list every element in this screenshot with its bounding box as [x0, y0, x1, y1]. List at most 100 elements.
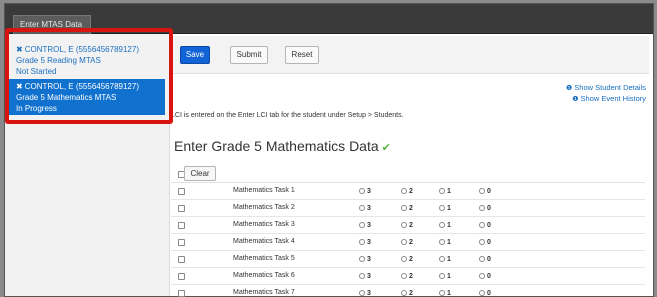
checkmark-icon: ✔	[381, 142, 391, 154]
submit-button[interactable]: Submit	[230, 46, 268, 64]
score-option[interactable]: 2	[401, 290, 413, 297]
radio-icon[interactable]	[359, 239, 365, 245]
score-option[interactable]: 3	[359, 273, 371, 280]
score-option[interactable]: 1	[439, 222, 451, 229]
task-label: Mathematics Task 2	[233, 204, 295, 211]
table-row: Mathematics Task 2 3 2 1 0	[171, 200, 645, 217]
grid-header: Clear	[171, 163, 645, 183]
radio-icon[interactable]	[479, 239, 485, 245]
score-option[interactable]: 3	[359, 188, 371, 195]
score-option[interactable]: 2	[401, 222, 413, 229]
show-student-details-link[interactable]: ❶ Show Student Details	[566, 83, 646, 94]
score-value: 1	[447, 222, 451, 229]
score-option[interactable]: 0	[479, 188, 491, 195]
radio-icon[interactable]	[439, 222, 445, 228]
score-value: 2	[409, 239, 413, 246]
score-grid: Clear Mathematics Task 1 3 2 1 0 Mathematics …	[171, 163, 645, 297]
score-option[interactable]: 2	[401, 239, 413, 246]
task-checkbox[interactable]	[178, 205, 185, 212]
task-checkbox[interactable]	[178, 222, 185, 229]
score-option[interactable]: 0	[479, 290, 491, 297]
radio-icon[interactable]	[479, 205, 485, 211]
radio-icon[interactable]	[439, 239, 445, 245]
clear-button[interactable]: Clear	[184, 166, 216, 181]
score-option[interactable]: 0	[479, 273, 491, 280]
show-student-details-label: Show Student Details	[574, 83, 646, 92]
table-row: Mathematics Task 5 3 2 1 0	[171, 251, 645, 268]
radio-icon[interactable]	[479, 222, 485, 228]
score-value: 1	[447, 239, 451, 246]
radio-icon[interactable]	[359, 188, 365, 194]
radio-icon[interactable]	[359, 222, 365, 228]
show-event-history-link[interactable]: ❶ Show Event History	[566, 94, 646, 105]
radio-icon[interactable]	[479, 188, 485, 194]
score-value: 2	[409, 256, 413, 263]
task-checkbox[interactable]	[178, 273, 185, 280]
score-option[interactable]: 3	[359, 222, 371, 229]
task-checkbox[interactable]	[178, 239, 185, 246]
radio-icon[interactable]	[479, 290, 485, 296]
score-option[interactable]: 3	[359, 290, 371, 297]
radio-icon[interactable]	[479, 273, 485, 279]
score-value: 1	[447, 290, 451, 297]
save-button[interactable]: Save	[180, 46, 210, 64]
radio-icon[interactable]	[401, 290, 407, 296]
info-icon: ❶	[572, 96, 579, 103]
score-value: 2	[409, 273, 413, 280]
score-option[interactable]: 2	[401, 205, 413, 212]
score-value: 3	[367, 256, 371, 263]
task-checkbox[interactable]	[178, 188, 185, 195]
score-value: 0	[487, 290, 491, 297]
radio-icon[interactable]	[359, 290, 365, 296]
toolbar: Save Submit Reset	[171, 36, 649, 74]
score-value: 0	[487, 256, 491, 263]
score-value: 3	[367, 273, 371, 280]
reset-button[interactable]: Reset	[285, 46, 319, 64]
score-option[interactable]: 1	[439, 290, 451, 297]
radio-icon[interactable]	[401, 188, 407, 194]
score-option[interactable]: 1	[439, 188, 451, 195]
radio-icon[interactable]	[479, 256, 485, 262]
score-option[interactable]: 1	[439, 205, 451, 212]
score-option[interactable]: 2	[401, 256, 413, 263]
score-value: 0	[487, 273, 491, 280]
task-label: Mathematics Task 3	[233, 221, 295, 228]
score-option[interactable]: 0	[479, 205, 491, 212]
score-value: 1	[447, 205, 451, 212]
radio-icon[interactable]	[439, 256, 445, 262]
score-option[interactable]: 2	[401, 188, 413, 195]
score-option[interactable]: 3	[359, 239, 371, 246]
radio-icon[interactable]	[401, 273, 407, 279]
radio-icon[interactable]	[359, 205, 365, 211]
table-row: Mathematics Task 6 3 2 1 0	[171, 268, 645, 285]
show-event-history-label: Show Event History	[580, 94, 646, 103]
score-option[interactable]: 3	[359, 205, 371, 212]
radio-icon[interactable]	[439, 290, 445, 296]
score-value: 1	[447, 188, 451, 195]
radio-icon[interactable]	[439, 205, 445, 211]
radio-icon[interactable]	[401, 205, 407, 211]
radio-icon[interactable]	[401, 256, 407, 262]
score-value: 1	[447, 273, 451, 280]
score-option[interactable]: 1	[439, 239, 451, 246]
score-option[interactable]: 2	[401, 273, 413, 280]
score-option[interactable]: 3	[359, 256, 371, 263]
score-value: 0	[487, 205, 491, 212]
score-option[interactable]: 0	[479, 222, 491, 229]
radio-icon[interactable]	[439, 188, 445, 194]
score-option[interactable]: 1	[439, 256, 451, 263]
radio-icon[interactable]	[439, 273, 445, 279]
score-option[interactable]: 1	[439, 273, 451, 280]
radio-icon[interactable]	[359, 273, 365, 279]
score-value: 3	[367, 222, 371, 229]
radio-icon[interactable]	[401, 222, 407, 228]
score-option[interactable]: 0	[479, 256, 491, 263]
score-value: 1	[447, 256, 451, 263]
radio-icon[interactable]	[359, 256, 365, 262]
radio-icon[interactable]	[401, 239, 407, 245]
task-checkbox[interactable]	[178, 256, 185, 263]
detail-links: ❶ Show Student Details ❶ Show Event Histor…	[566, 83, 646, 105]
task-label: Mathematics Task 7	[233, 289, 295, 296]
task-checkbox[interactable]	[178, 290, 185, 297]
score-option[interactable]: 0	[479, 239, 491, 246]
